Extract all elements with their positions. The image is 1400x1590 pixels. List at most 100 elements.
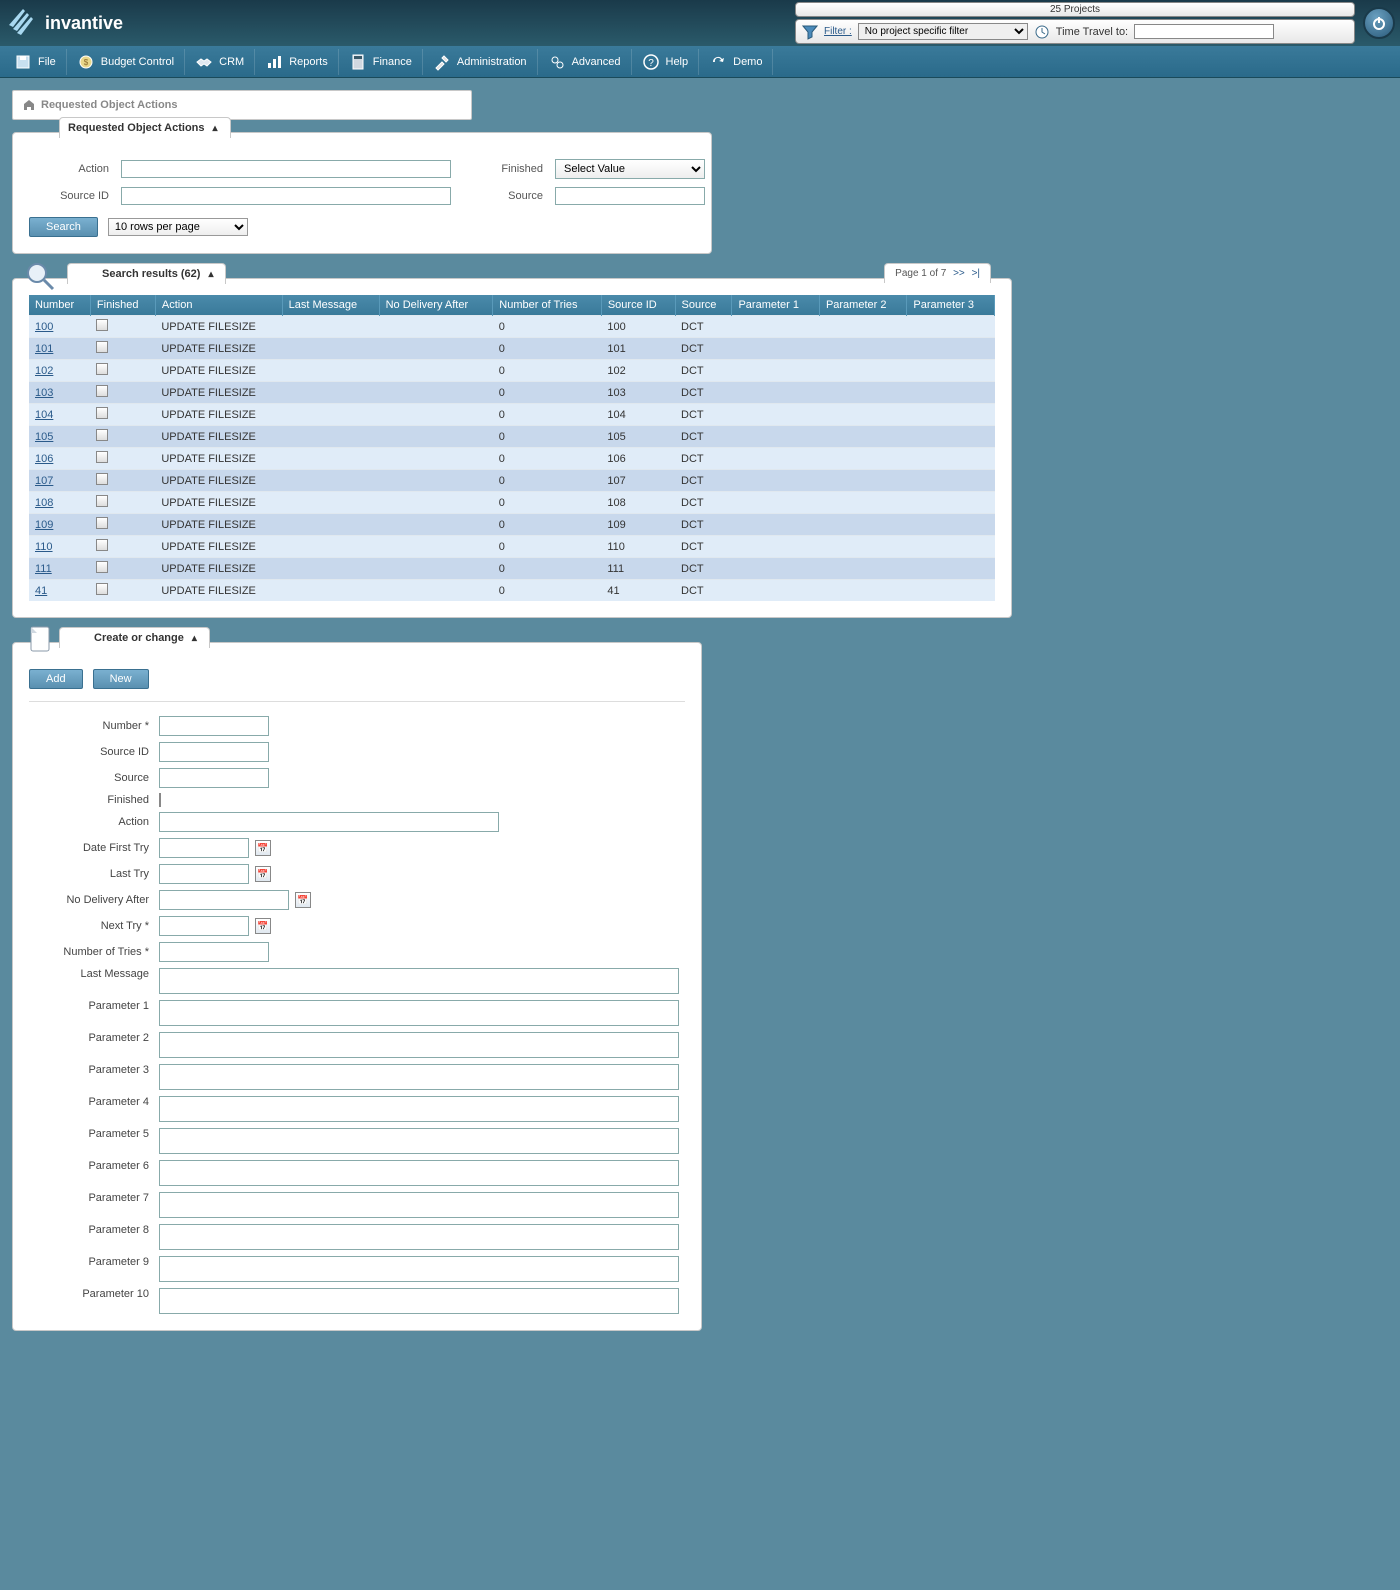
menu-advanced[interactable]: Advanced	[538, 49, 632, 75]
row-finished-checkbox[interactable]	[96, 517, 108, 529]
table-row[interactable]: 105UPDATE FILESIZE0105DCT	[29, 426, 995, 448]
last-message-input[interactable]	[159, 968, 679, 994]
row-number-link[interactable]: 103	[35, 387, 53, 399]
col-parameter-2[interactable]: Parameter 2	[819, 295, 906, 316]
param-8-input[interactable]	[159, 1224, 679, 1250]
table-row[interactable]: 100UPDATE FILESIZE0100DCT	[29, 316, 995, 338]
table-row[interactable]: 41UPDATE FILESIZE041DCT	[29, 580, 995, 602]
source-input2[interactable]	[159, 768, 269, 788]
table-row[interactable]: 101UPDATE FILESIZE0101DCT	[29, 338, 995, 360]
col-number[interactable]: Number	[29, 295, 90, 316]
col-finished[interactable]: Finished	[90, 295, 155, 316]
table-row[interactable]: 111UPDATE FILESIZE0111DCT	[29, 558, 995, 580]
time-travel-input[interactable]	[1134, 24, 1274, 39]
num-tries-input[interactable]	[159, 942, 269, 962]
no-delivery-input[interactable]	[159, 890, 289, 910]
param-9-input[interactable]	[159, 1256, 679, 1282]
row-finished-checkbox[interactable]	[96, 341, 108, 353]
calendar-icon[interactable]: 📅	[255, 866, 271, 882]
calendar-icon[interactable]: 📅	[295, 892, 311, 908]
col-action[interactable]: Action	[155, 295, 282, 316]
row-finished-checkbox[interactable]	[96, 561, 108, 573]
calendar-icon[interactable]: 📅	[255, 918, 271, 934]
source-input[interactable]	[555, 187, 705, 205]
param-5-input[interactable]	[159, 1128, 679, 1154]
collapse-icon[interactable]: ▴	[208, 269, 213, 280]
rows-per-page-select[interactable]: 10 rows per page	[108, 218, 248, 236]
calendar-icon[interactable]: 📅	[255, 840, 271, 856]
next-try-input[interactable]	[159, 916, 249, 936]
row-number-link[interactable]: 104	[35, 409, 53, 421]
row-number-link[interactable]: 101	[35, 343, 53, 355]
menu-budget-control[interactable]: $Budget Control	[67, 49, 185, 75]
row-finished-checkbox[interactable]	[96, 407, 108, 419]
col-source[interactable]: Source	[675, 295, 732, 316]
collapse-icon[interactable]: ▴	[192, 633, 197, 644]
col-last-message[interactable]: Last Message	[282, 295, 379, 316]
pager-last[interactable]: >|	[972, 268, 980, 279]
row-finished-checkbox[interactable]	[96, 495, 108, 507]
add-button[interactable]: Add	[29, 669, 83, 689]
table-row[interactable]: 108UPDATE FILESIZE0108DCT	[29, 492, 995, 514]
source-id-input2[interactable]	[159, 742, 269, 762]
action-input2[interactable]	[159, 812, 499, 832]
row-finished-checkbox[interactable]	[96, 319, 108, 331]
search-button[interactable]: Search	[29, 217, 98, 237]
new-button[interactable]: New	[93, 669, 149, 689]
action-input[interactable]	[121, 160, 451, 178]
row-finished-checkbox[interactable]	[96, 429, 108, 441]
row-finished-checkbox[interactable]	[96, 473, 108, 485]
col-number-of-tries[interactable]: Number of Tries	[493, 295, 602, 316]
row-finished-checkbox[interactable]	[96, 363, 108, 375]
table-row[interactable]: 107UPDATE FILESIZE0107DCT	[29, 470, 995, 492]
filter-link[interactable]: Filter :	[824, 26, 852, 37]
param-1-input[interactable]	[159, 1000, 679, 1026]
number-input[interactable]	[159, 716, 269, 736]
row-finished-checkbox[interactable]	[96, 539, 108, 551]
last-try-input[interactable]	[159, 864, 249, 884]
col-parameter-3[interactable]: Parameter 3	[907, 295, 995, 316]
param-2-input[interactable]	[159, 1032, 679, 1058]
row-number-link[interactable]: 41	[35, 585, 47, 597]
row-number-link[interactable]: 102	[35, 365, 53, 377]
col-no-delivery-after[interactable]: No Delivery After	[379, 295, 493, 316]
row-number-link[interactable]: 108	[35, 497, 53, 509]
param-6-input[interactable]	[159, 1160, 679, 1186]
row-number-link[interactable]: 107	[35, 475, 53, 487]
param-3-input[interactable]	[159, 1064, 679, 1090]
collapse-icon[interactable]: ▴	[213, 123, 218, 134]
row-number-link[interactable]: 109	[35, 519, 53, 531]
param-10-input[interactable]	[159, 1288, 679, 1314]
row-number-link[interactable]: 106	[35, 453, 53, 465]
date-first-try-input[interactable]	[159, 838, 249, 858]
row-finished-checkbox[interactable]	[96, 385, 108, 397]
pager-next[interactable]: >>	[953, 268, 965, 279]
finished-select[interactable]: Select Value	[555, 159, 705, 179]
menu-help[interactable]: ?Help	[632, 49, 700, 75]
table-row[interactable]: 109UPDATE FILESIZE0109DCT	[29, 514, 995, 536]
table-row[interactable]: 103UPDATE FILESIZE0103DCT	[29, 382, 995, 404]
row-finished-checkbox[interactable]	[96, 451, 108, 463]
finished-checkbox[interactable]	[159, 793, 161, 807]
col-source-id[interactable]: Source ID	[601, 295, 675, 316]
row-finished-checkbox[interactable]	[96, 583, 108, 595]
projects-count-bar[interactable]: 25 Projects	[795, 2, 1355, 17]
row-number-link[interactable]: 105	[35, 431, 53, 443]
source-id-input[interactable]	[121, 187, 451, 205]
menu-finance[interactable]: Finance	[339, 49, 423, 75]
table-row[interactable]: 102UPDATE FILESIZE0102DCT	[29, 360, 995, 382]
row-number-link[interactable]: 100	[35, 321, 53, 333]
power-button[interactable]	[1363, 7, 1395, 39]
menu-file[interactable]: File	[4, 49, 67, 75]
table-row[interactable]: 106UPDATE FILESIZE0106DCT	[29, 448, 995, 470]
row-number-link[interactable]: 110	[35, 541, 53, 553]
param-4-input[interactable]	[159, 1096, 679, 1122]
table-row[interactable]: 110UPDATE FILESIZE0110DCT	[29, 536, 995, 558]
menu-demo[interactable]: Demo	[699, 49, 773, 75]
menu-crm[interactable]: CRM	[185, 49, 255, 75]
col-parameter-1[interactable]: Parameter 1	[732, 295, 819, 316]
menu-administration[interactable]: Administration	[423, 49, 538, 75]
filter-select[interactable]: No project specific filter	[858, 23, 1028, 40]
row-number-link[interactable]: 111	[35, 563, 52, 575]
menu-reports[interactable]: Reports	[255, 49, 339, 75]
